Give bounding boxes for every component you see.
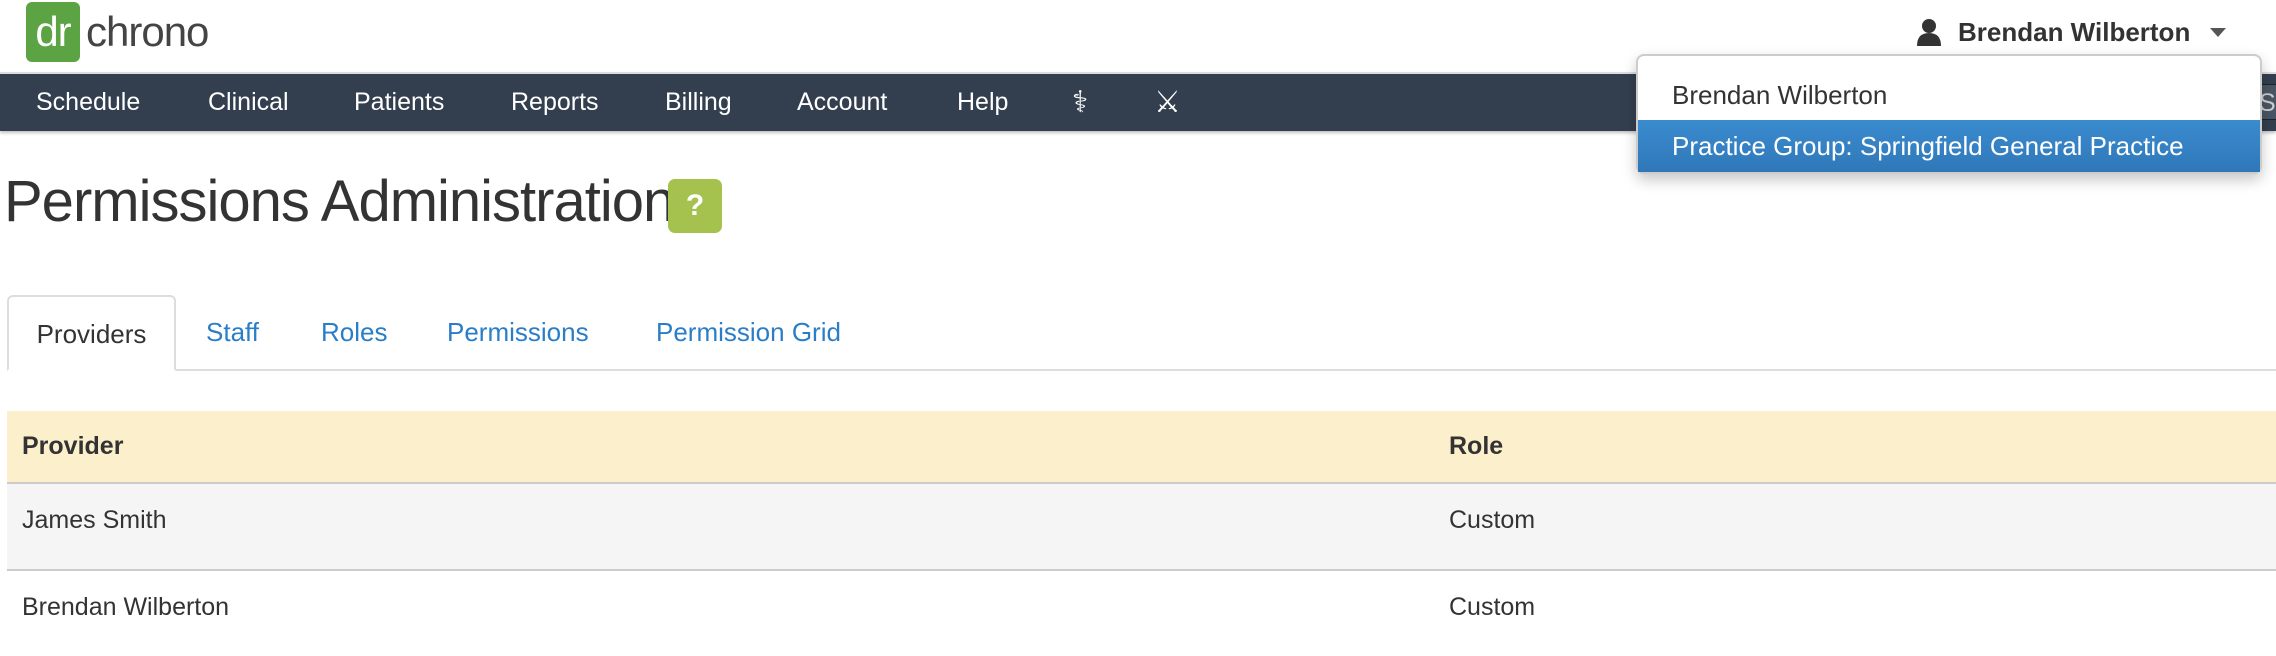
provider-name: James Smith <box>22 506 167 534</box>
provider-name: Brendan Wilberton <box>22 593 230 621</box>
logo-text: chrono <box>86 8 209 55</box>
providers-table: Provider Role James Smith Custom Brendan… <box>7 411 2276 656</box>
page-title: Permissions Administration <box>4 169 675 234</box>
user-icon <box>1917 19 1941 46</box>
menu-item-practice-group[interactable]: Practice Group: Springfield General Prac… <box>1638 120 2260 172</box>
help-button[interactable]: ? <box>668 179 722 233</box>
table-header: Provider Role <box>7 411 2276 484</box>
tab-providers[interactable]: Providers <box>7 295 176 371</box>
nav-clinical[interactable]: Clinical <box>208 74 289 131</box>
staff-of-asclepius-icon[interactable]: ⚕ <box>1072 74 1088 131</box>
nav-billing[interactable]: Billing <box>665 74 732 131</box>
tab-permission-grid[interactable]: Permission Grid <box>656 295 841 369</box>
crossed-swords-icon[interactable]: ⚔ <box>1154 74 1181 131</box>
header-role: Role <box>1449 432 1504 460</box>
nav-account[interactable]: Account <box>797 74 887 131</box>
user-dropdown-menu: Brendan Wilberton Practice Group: Spring… <box>1636 54 2262 174</box>
provider-role: Custom <box>1449 593 1536 621</box>
table-row[interactable]: James Smith Custom <box>7 484 2276 571</box>
nav-schedule[interactable]: Schedule <box>36 74 140 131</box>
table-row[interactable]: Brendan Wilberton Custom <box>7 571 2276 656</box>
nav-reports[interactable]: Reports <box>511 74 599 131</box>
provider-role: Custom <box>1449 506 1536 534</box>
tab-permissions[interactable]: Permissions <box>447 295 589 369</box>
tab-staff[interactable]: Staff <box>206 295 259 369</box>
tab-roles[interactable]: Roles <box>321 295 387 369</box>
header-provider: Provider <box>22 432 124 460</box>
tabs: Providers Staff Roles Permissions Permis… <box>7 295 2276 371</box>
user-menu-toggle[interactable]: Brendan Wilberton <box>1916 12 2227 52</box>
user-name: Brendan Wilberton <box>1958 16 2191 47</box>
nav-help[interactable]: Help <box>957 74 1008 131</box>
logo-mark: dr <box>26 2 80 62</box>
menu-item-user[interactable]: Brendan Wilberton <box>1638 69 2260 121</box>
drchrono-logo[interactable]: dr chrono <box>26 2 209 62</box>
nav-patients[interactable]: Patients <box>354 74 444 131</box>
caret-down-icon <box>2210 27 2227 37</box>
